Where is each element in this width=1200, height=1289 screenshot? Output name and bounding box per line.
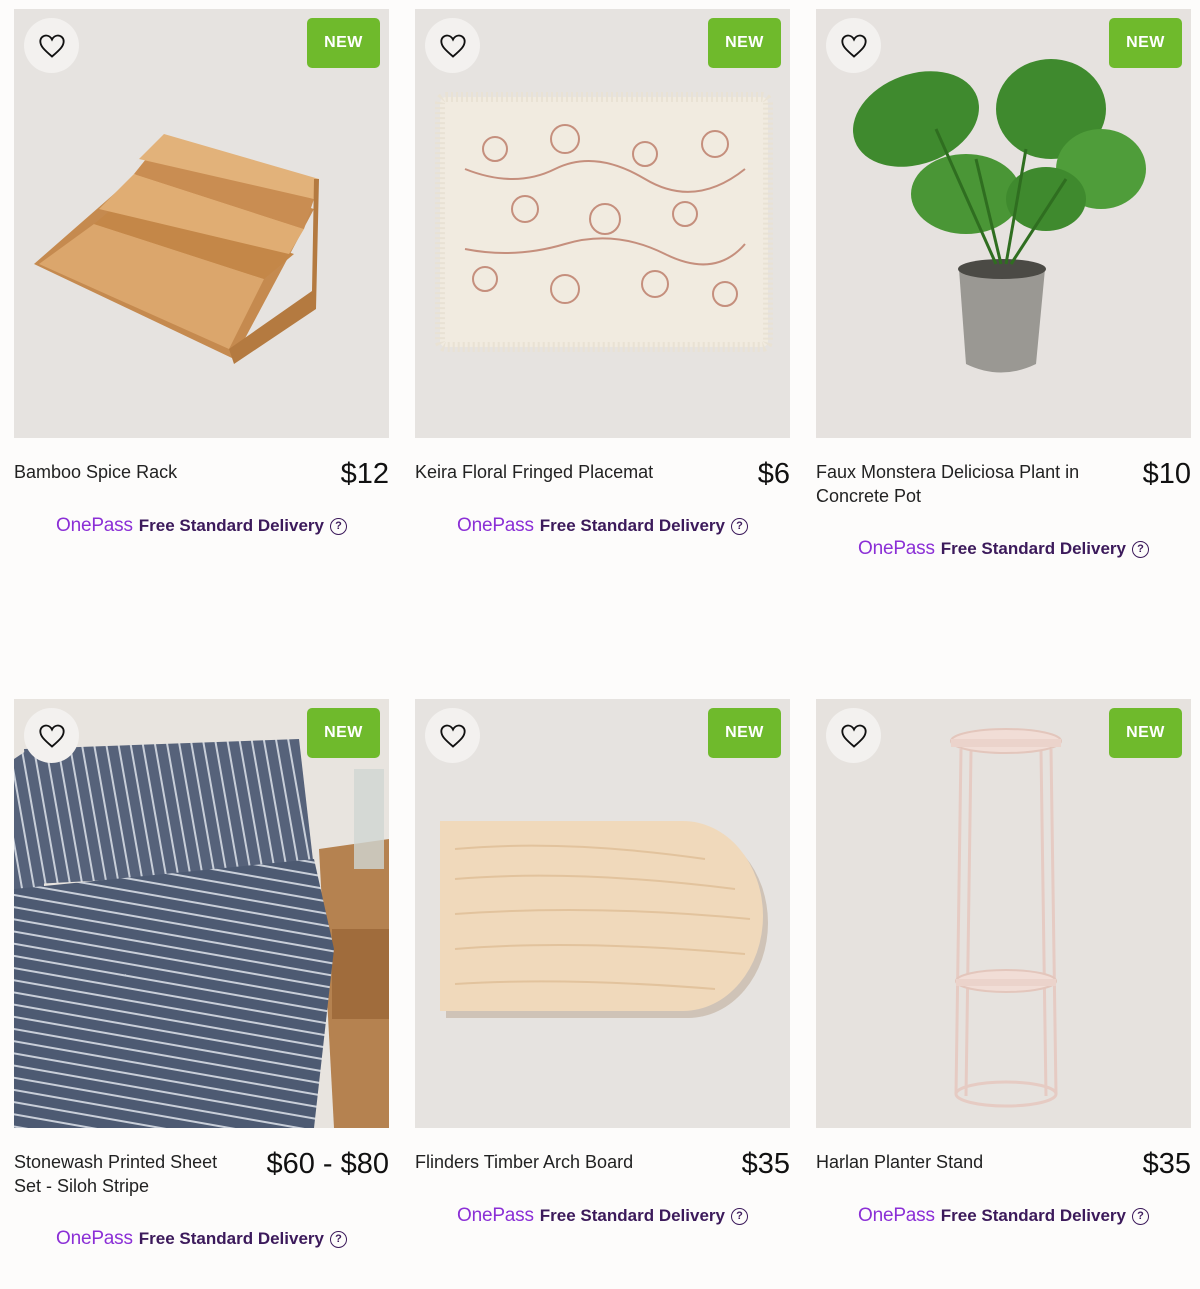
- product-info: Harlan Planter Stand $35: [816, 1128, 1191, 1198]
- product-info: Keira Floral Fringed Placemat $6: [415, 438, 790, 508]
- striped-sheet-set-image: [14, 699, 389, 1128]
- product-card[interactable]: NEW Bamboo Spice Rack $12 OnePass Free S…: [14, 9, 389, 536]
- product-price: $10: [1142, 458, 1191, 490]
- new-badge: NEW: [708, 18, 781, 68]
- product-image[interactable]: NEW: [415, 699, 790, 1128]
- product-info: Faux Monstera Deliciosa Plant in Concret…: [816, 438, 1191, 508]
- product-name[interactable]: Flinders Timber Arch Board: [415, 1150, 685, 1174]
- product-info: Bamboo Spice Rack $12: [14, 438, 389, 508]
- favourite-button[interactable]: [24, 708, 79, 763]
- product-card[interactable]: NEW Keira Floral Fringed Placemat $6 One…: [415, 9, 790, 536]
- question-circle-icon[interactable]: ?: [329, 517, 347, 535]
- onepass-logo: OnePass: [457, 515, 534, 536]
- heart-outline-icon: [38, 724, 65, 748]
- bamboo-spice-rack-image: [34, 134, 319, 364]
- new-badge: NEW: [1109, 18, 1182, 68]
- delivery-text: Free Standard Delivery: [539, 516, 725, 535]
- new-badge: NEW: [708, 708, 781, 758]
- product-name[interactable]: Keira Floral Fringed Placemat: [415, 460, 685, 484]
- favourite-button[interactable]: [425, 708, 480, 763]
- onepass-logo: OnePass: [858, 1205, 935, 1226]
- question-circle-icon[interactable]: ?: [730, 517, 748, 535]
- heart-outline-icon: [840, 724, 867, 748]
- question-circle-icon[interactable]: ?: [730, 1207, 748, 1225]
- onepass-delivery: OnePass Free Standard Delivery ?: [14, 1228, 389, 1250]
- product-price: $35: [1142, 1148, 1191, 1180]
- favourite-button[interactable]: [425, 18, 480, 73]
- heart-outline-icon: [439, 34, 466, 58]
- product-card[interactable]: NEW Faux Monstera Deliciosa Plant in Con…: [816, 9, 1191, 559]
- new-badge: NEW: [307, 18, 380, 68]
- product-card[interactable]: NEW Harlan Planter Stand $35 OnePass Fre…: [816, 699, 1191, 1226]
- heart-outline-icon: [439, 724, 466, 748]
- planter-stand-image: [950, 728, 1062, 1108]
- product-price: $6: [757, 458, 790, 490]
- product-image[interactable]: NEW: [415, 9, 790, 438]
- product-info: Flinders Timber Arch Board $35: [415, 1128, 790, 1198]
- product-card[interactable]: NEW Flinders Timber Arch Board $35 OnePa…: [415, 699, 790, 1226]
- product-price: $12: [340, 458, 389, 490]
- product-card[interactable]: NEW Stonewash Printed Sheet Set - Siloh …: [14, 699, 389, 1249]
- product-image[interactable]: NEW: [14, 9, 389, 438]
- new-badge: NEW: [307, 708, 380, 758]
- onepass-delivery: OnePass Free Standard Delivery ?: [14, 515, 389, 537]
- heart-outline-icon: [840, 34, 867, 58]
- product-price: $60 - $80: [266, 1148, 389, 1180]
- onepass-logo: OnePass: [56, 1228, 133, 1249]
- onepass-delivery: OnePass Free Standard Delivery ?: [816, 538, 1191, 560]
- floral-placemat-image: [435, 92, 773, 352]
- onepass-logo: OnePass: [56, 515, 133, 536]
- timber-arch-board-image: [440, 821, 768, 1018]
- product-name[interactable]: Faux Monstera Deliciosa Plant in Concret…: [816, 460, 1086, 508]
- product-info: Stonewash Printed Sheet Set - Siloh Stri…: [14, 1128, 389, 1198]
- product-image[interactable]: NEW: [816, 9, 1191, 438]
- monstera-plant-image: [853, 59, 1146, 373]
- onepass-delivery: OnePass Free Standard Delivery ?: [816, 1205, 1191, 1227]
- question-circle-icon[interactable]: ?: [1131, 1207, 1149, 1225]
- new-badge: NEW: [1109, 708, 1182, 758]
- question-circle-icon[interactable]: ?: [329, 1230, 347, 1248]
- product-price: $35: [741, 1148, 790, 1180]
- favourite-button[interactable]: [24, 18, 79, 73]
- heart-outline-icon: [38, 34, 65, 58]
- delivery-text: Free Standard Delivery: [940, 539, 1126, 558]
- onepass-logo: OnePass: [858, 538, 935, 559]
- onepass-logo: OnePass: [457, 1205, 534, 1226]
- product-image[interactable]: NEW: [14, 699, 389, 1128]
- onepass-delivery: OnePass Free Standard Delivery ?: [415, 515, 790, 537]
- favourite-button[interactable]: [826, 708, 881, 763]
- delivery-text: Free Standard Delivery: [138, 516, 324, 535]
- delivery-text: Free Standard Delivery: [940, 1206, 1126, 1225]
- delivery-text: Free Standard Delivery: [138, 1229, 324, 1248]
- product-name[interactable]: Harlan Planter Stand: [816, 1150, 1086, 1174]
- delivery-text: Free Standard Delivery: [539, 1206, 725, 1225]
- favourite-button[interactable]: [826, 18, 881, 73]
- product-name[interactable]: Stonewash Printed Sheet Set - Siloh Stri…: [14, 1150, 239, 1198]
- product-image[interactable]: NEW: [816, 699, 1191, 1128]
- onepass-delivery: OnePass Free Standard Delivery ?: [415, 1205, 790, 1227]
- question-circle-icon[interactable]: ?: [1131, 540, 1149, 558]
- product-name[interactable]: Bamboo Spice Rack: [14, 460, 284, 484]
